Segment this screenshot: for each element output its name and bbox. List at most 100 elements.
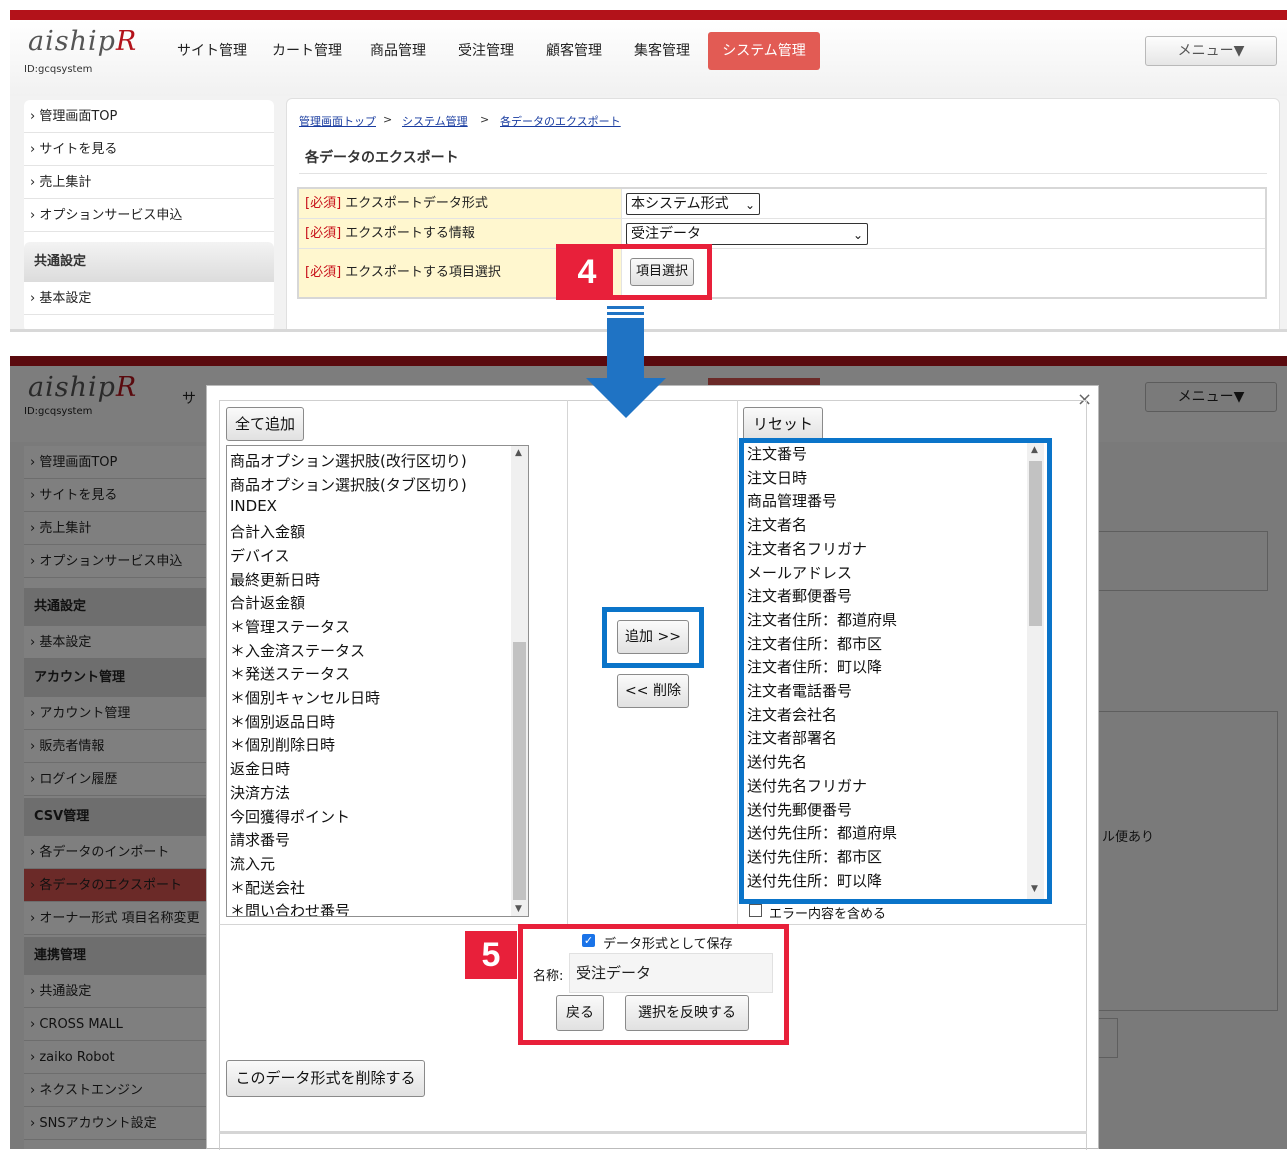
scroll-up-icon[interactable]: ▲	[515, 448, 522, 458]
sidebar-item-view-site[interactable]: › サイトを見る	[24, 133, 274, 166]
sidebar-item-next-engine[interactable]: › ネクストエンジン	[24, 1074, 210, 1107]
sidebar-item-seller-info[interactable]: › 販売者情報	[24, 730, 210, 763]
selected-field-item[interactable]: 商品管理番号	[747, 490, 837, 511]
selected-field-item[interactable]: 注文者郵便番号	[747, 585, 852, 606]
sidebar-item-zaiko-robot[interactable]: › zaiko Robot	[24, 1041, 210, 1074]
selected-field-item[interactable]: 送付先住所：町以降	[747, 870, 882, 891]
nav-site[interactable]: サイト管理	[170, 32, 254, 70]
nav-marketing[interactable]: 集客管理	[622, 32, 702, 70]
sidebar-item-basic-settings[interactable]: › 基本設定	[24, 626, 210, 659]
sidebar-item-common-settings[interactable]: › 共通設定	[24, 975, 210, 1008]
selected-field-item[interactable]: 送付先住所：都市区	[747, 846, 882, 867]
available-field-item[interactable]: 商品オプション選択肢(改行区切り)	[230, 450, 467, 471]
available-field-item[interactable]: ＊発送ステータス	[230, 663, 350, 684]
remove-button[interactable]: << 削除	[617, 674, 689, 708]
scroll-up-icon[interactable]: ▲	[1031, 445, 1038, 455]
available-field-item[interactable]: 今回獲得ポイント	[230, 806, 350, 827]
selected-field-item[interactable]: 注文者部署名	[747, 727, 837, 748]
menu-button[interactable]: メニュー▼	[1145, 382, 1277, 412]
name-label: 名称:	[533, 969, 564, 984]
sidebar-section-common: 共通設定	[24, 588, 210, 626]
sidebar-item-owner-format[interactable]: › オーナー形式 項目名称変更	[24, 902, 210, 935]
available-field-item[interactable]: ＊管理ステータス	[230, 616, 350, 637]
available-fields-list[interactable]: ▲ ▼ 商品オプション選択肢(改行区切り) 商品オプション選択肢(タブ区切り) IN…	[226, 445, 529, 917]
sidebar-item-admin-top[interactable]: › 管理画面TOP	[24, 446, 210, 479]
scrollbar-thumb[interactable]	[1029, 461, 1042, 626]
selected-field-item[interactable]: 送付先名フリガナ	[747, 775, 867, 796]
menu-button[interactable]: メニュー▼	[1145, 36, 1277, 66]
scroll-down-icon[interactable]: ▼	[1031, 884, 1038, 894]
add-all-button[interactable]: 全て追加	[226, 407, 304, 441]
arrow-stripe	[607, 306, 644, 309]
nav-system[interactable]: システム管理	[708, 32, 820, 70]
sidebar-item-sales[interactable]: › 売上集計	[24, 512, 210, 545]
sidebar-item-view-site[interactable]: › サイトを見る	[24, 479, 210, 512]
sidebar-item-import[interactable]: › 各データのインポート	[24, 836, 210, 869]
include-errors-checkbox[interactable]	[749, 904, 762, 917]
selected-fields-list[interactable]: ▲ ▼ 注文番号 注文日時 商品管理番号 注文者名 注文者名フリガナ メールアドレス 注文者…	[744, 443, 1047, 899]
breadcrumb-system[interactable]: システム管理	[402, 113, 468, 129]
nav-cart[interactable]: カート管理	[265, 32, 349, 70]
available-field-item[interactable]: 商品オプション選択肢(タブ区切り)	[230, 474, 467, 495]
sidebar-item-cross-mall[interactable]: › CROSS MALL	[24, 1008, 210, 1041]
scrollbar-thumb[interactable]	[513, 642, 526, 900]
available-field-item[interactable]: ＊問い合わせ番号	[230, 900, 350, 916]
selected-field-item[interactable]: 注文者電話番号	[747, 680, 852, 701]
breadcrumb-admin-top[interactable]: 管理画面トップ	[299, 113, 376, 129]
available-field-item[interactable]: 請求番号	[230, 829, 290, 850]
sidebar-item-sales[interactable]: › 売上集計	[24, 166, 274, 199]
available-field-item[interactable]: ＊個別返品日時	[230, 711, 335, 732]
available-field-item[interactable]: ＊個別キャンセル日時	[230, 687, 380, 708]
logo: aishipR	[28, 26, 138, 57]
data-format-select[interactable]: 本システム形式 ⌄	[626, 193, 760, 215]
selected-field-item[interactable]: 注文者名	[747, 514, 807, 535]
selected-field-item[interactable]: メールアドレス	[747, 562, 852, 583]
sidebar-item-sns-account[interactable]: › SNSアカウント設定	[24, 1107, 210, 1140]
sidebar-item-option-service[interactable]: › オプションサービス申込	[24, 545, 210, 578]
save-format-label: データ形式として保存	[603, 937, 733, 952]
available-field-item[interactable]: 最終更新日時	[230, 569, 320, 590]
selected-field-item[interactable]: 注文者住所：都道府県	[747, 609, 897, 630]
format-name-input[interactable]: 受注データ	[569, 953, 773, 993]
export-info-select[interactable]: 受注データ ⌄	[626, 223, 868, 245]
selected-field-item[interactable]: 注文者住所：町以降	[747, 656, 882, 677]
apply-selection-button[interactable]: 選択を反映する	[625, 995, 749, 1031]
brand-bar	[10, 10, 1287, 20]
breadcrumb-separator: >	[480, 113, 490, 126]
sidebar-item-export[interactable]: › 各データのエクスポート	[24, 869, 210, 902]
sidebar-item-account-management[interactable]: › アカウント管理	[24, 697, 210, 730]
selected-field-item[interactable]: 注文日時	[747, 467, 807, 488]
sidebar-item-login-history[interactable]: › ログイン履歴	[24, 763, 210, 796]
available-field-item[interactable]: 合計返金額	[230, 592, 305, 613]
available-field-item[interactable]: ＊配送会社	[230, 877, 305, 898]
sidebar-item-option-service[interactable]: › オプションサービス申込	[24, 199, 274, 232]
available-field-item[interactable]: ＊入金済ステータス	[230, 640, 365, 661]
selected-field-item[interactable]: 注文番号	[747, 443, 807, 464]
selected-field-item[interactable]: 注文者住所：都市区	[747, 633, 882, 654]
delete-format-button[interactable]: このデータ形式を削除する	[226, 1060, 425, 1097]
nav-customers[interactable]: 顧客管理	[534, 32, 614, 70]
selected-field-item[interactable]: 送付先住所：都道府県	[747, 822, 897, 843]
selected-field-item[interactable]: 注文者名フリガナ	[747, 538, 867, 559]
sidebar-item-basic-settings[interactable]: › 基本設定	[24, 282, 274, 315]
save-format-checkbox[interactable]: ✓	[582, 934, 595, 947]
available-field-item[interactable]: 決済方法	[230, 782, 290, 803]
value-export-info: 受注データ ⌄	[621, 219, 1265, 249]
reset-button[interactable]: リセット	[743, 407, 823, 441]
available-field-item[interactable]: 合計入金額	[230, 521, 305, 542]
selected-field-item[interactable]: 注文者会社名	[747, 704, 837, 725]
available-field-item[interactable]: ＊個別削除日時	[230, 734, 335, 755]
nav-products[interactable]: 商品管理	[358, 32, 438, 70]
scroll-down-icon[interactable]: ▼	[515, 904, 522, 914]
selected-field-item[interactable]: 送付先名	[747, 751, 807, 772]
available-field-item[interactable]: 流入元	[230, 853, 275, 874]
add-button[interactable]: 追加 >>	[617, 620, 689, 654]
available-field-item[interactable]: INDEX	[230, 497, 277, 515]
sidebar-item-admin-top[interactable]: › 管理画面TOP	[24, 100, 274, 133]
breadcrumb-export[interactable]: 各データのエクスポート	[500, 113, 621, 129]
nav-orders[interactable]: 受注管理	[446, 32, 526, 70]
selected-field-item[interactable]: 送付先郵便番号	[747, 799, 852, 820]
available-field-item[interactable]: 返金日時	[230, 758, 290, 779]
available-field-item[interactable]: デバイス	[230, 545, 290, 566]
back-button[interactable]: 戻る	[556, 995, 604, 1031]
